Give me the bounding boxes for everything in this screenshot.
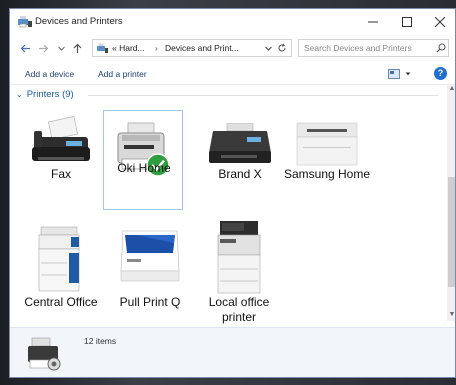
scroll-down-icon[interactable]: ▼ [447, 311, 455, 321]
chevron-down-icon: ⌄ [16, 90, 23, 99]
up-button[interactable] [70, 41, 84, 55]
back-button[interactable] [18, 41, 32, 55]
maximize-button[interactable] [390, 9, 424, 35]
devices-and-printers-window: Devices and Printers « Hard... › Devices… [9, 8, 456, 378]
devices-location-icon [97, 43, 108, 53]
device-label: Pull Print Q [119, 295, 181, 309]
chevron-down-icon [57, 46, 65, 51]
device-local-office-printer[interactable]: Local office printer [199, 215, 279, 324]
group-divider [88, 95, 438, 96]
close-icon [435, 17, 445, 27]
device-pull-print-q[interactable]: Pull Print Q [110, 215, 190, 315]
details-pane: 12 items [10, 327, 455, 377]
device-oki-home[interactable]: Oki Home [103, 110, 183, 210]
up-arrow-icon [73, 43, 81, 53]
minimize-button[interactable] [356, 9, 390, 35]
refresh-icon[interactable] [277, 43, 287, 53]
address-bar[interactable]: « Hard... › Devices and Print... [92, 39, 292, 57]
breadcrumb-separator: › [155, 43, 158, 53]
copier-icon [38, 226, 80, 292]
breadcrumb-devices-and-printers[interactable]: Devices and Print... [165, 43, 239, 53]
search-icon[interactable] [436, 43, 446, 53]
item-count: 12 items [84, 336, 117, 346]
devices-thumbnail-icon [28, 337, 61, 371]
search-box [298, 39, 449, 57]
printer-icon [209, 123, 271, 163]
laser-printer-icon [296, 122, 358, 166]
fax-icon [32, 116, 90, 161]
devices-app-icon [18, 16, 32, 28]
add-device-button[interactable]: Add a device [25, 69, 74, 79]
address-row: « Hard... › Devices and Print... [10, 37, 455, 59]
device-label: Oki Home [117, 161, 171, 175]
add-printer-button[interactable]: Add a printer [98, 69, 147, 79]
mfp-printer-icon [217, 221, 261, 294]
device-label: Central Office [24, 295, 98, 309]
device-label: Brand X [218, 167, 262, 181]
device-samsung-home[interactable]: Samsung Home [284, 109, 370, 209]
command-bar: Add a device Add a printer ? [10, 64, 455, 85]
help-icon: ? [437, 68, 444, 78]
view-options-button[interactable] [388, 68, 414, 80]
scrollbar-thumb[interactable] [448, 177, 455, 287]
minimize-icon [368, 21, 378, 23]
title-bar: Devices and Printers [10, 9, 455, 35]
printer-icon [120, 230, 180, 282]
vertical-scrollbar[interactable]: ▲ ▼ [447, 85, 455, 321]
recent-locations-button[interactable] [54, 41, 68, 55]
address-dropdown-icon[interactable] [265, 46, 272, 51]
forward-button[interactable] [36, 41, 50, 55]
device-central-office[interactable]: Central Office [21, 215, 101, 315]
forward-arrow-icon [38, 44, 48, 52]
device-label: Samsung Home [283, 167, 371, 181]
view-icon [388, 69, 400, 79]
back-arrow-icon [20, 44, 30, 52]
window-title: Devices and Printers [35, 16, 123, 27]
device-label: Local office printer [208, 295, 270, 324]
device-label: Fax [50, 167, 71, 181]
devices-view: ⌄ Printers (9) Fax Oki Home Brand X Sams… [10, 85, 447, 324]
printers-group-header[interactable]: ⌄ Printers (9) [16, 89, 74, 100]
device-fax[interactable]: Fax [21, 109, 101, 209]
printers-group-label: Printers (9) [26, 89, 74, 100]
close-button[interactable] [423, 9, 455, 35]
help-button[interactable]: ? [434, 67, 447, 80]
scroll-up-icon[interactable]: ▲ [447, 85, 455, 95]
maximize-icon [402, 17, 412, 27]
chevron-down-icon [405, 72, 411, 76]
search-input[interactable] [304, 42, 422, 54]
device-brand-x[interactable]: Brand X [200, 109, 280, 209]
breadcrumb-hardware[interactable]: « Hard... [112, 43, 145, 53]
